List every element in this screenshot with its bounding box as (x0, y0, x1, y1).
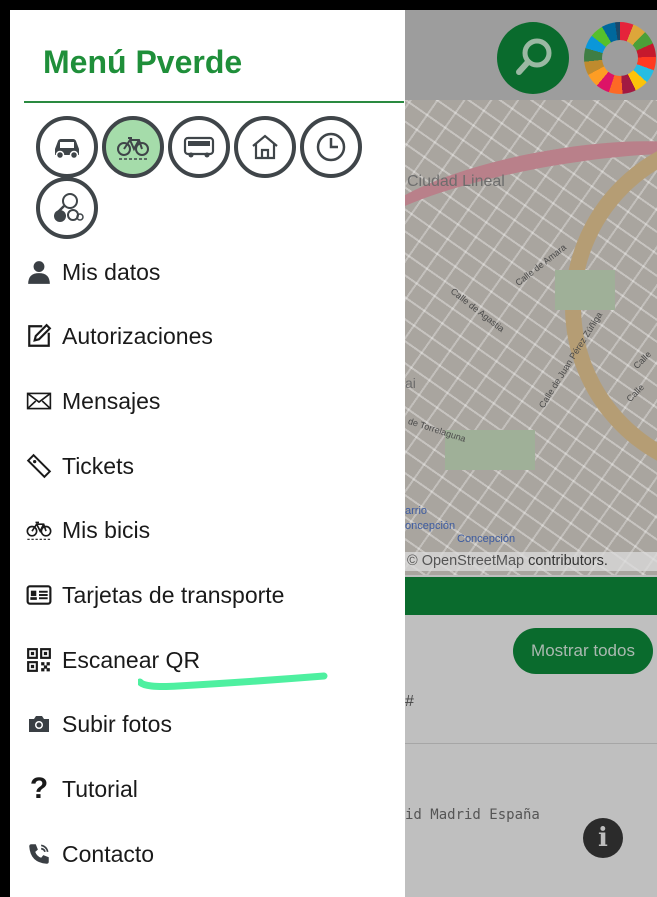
map[interactable]: Ciudad Lineal Calle de Amara Calle de Ag… (405, 100, 657, 575)
menu-item-tickets[interactable]: Tickets (24, 446, 404, 486)
menu-item-autorizaciones[interactable]: Autorizaciones (24, 316, 404, 356)
highlight-underline (138, 672, 328, 690)
hash-label: # (405, 693, 414, 710)
address-text: id Madrid España (405, 807, 540, 823)
screen-edge-top (0, 0, 657, 10)
menu-item-tutorial[interactable]: ? Tutorial (24, 769, 404, 809)
question-icon: ? (29, 772, 49, 805)
menu-item-label: Autorizaciones (62, 322, 213, 349)
search-icon (516, 38, 552, 75)
car-filter-icon[interactable] (36, 116, 98, 178)
menu-item-mis-bicis[interactable]: Mis bicis (24, 510, 404, 550)
attribution-contributors: contributors. (528, 553, 608, 569)
title-divider (24, 101, 404, 103)
info-icon[interactable]: i (583, 818, 623, 858)
phone-icon (24, 839, 54, 869)
camera-icon (24, 709, 54, 739)
bicycle-icon (24, 515, 54, 545)
map-label-district: Ciudad Lineal (407, 173, 505, 190)
section-header-bar (405, 577, 657, 615)
menu-item-label: Mis bicis (62, 516, 151, 543)
sports-filter-icon[interactable] (36, 177, 98, 239)
menu-item-mensajes[interactable]: Mensajes (24, 381, 404, 421)
drawer-title: Menú Pverde (43, 44, 243, 80)
menu-item-contacto[interactable]: Contacto (24, 834, 404, 874)
menu-item-label: Mis datos (62, 258, 161, 285)
qr-code-icon (24, 645, 54, 675)
user-icon (24, 257, 54, 287)
map-label-barrio: oncepción (405, 520, 456, 532)
navigation-drawer: Menú Pverde Mis datos Autorizaciones Men… (10, 10, 405, 897)
search-button[interactable] (497, 22, 569, 94)
menu-item-subir-fotos[interactable]: Subir fotos (24, 704, 404, 744)
menu-item-label: Subir fotos (62, 710, 172, 737)
id-card-icon (24, 580, 54, 610)
home-filter-icon[interactable] (234, 116, 296, 178)
bus-filter-icon[interactable] (168, 116, 230, 178)
menu-item-label: Tutorial (62, 775, 138, 802)
map-label-fragment: ai (405, 375, 416, 391)
menu-item-label: Contacto (62, 840, 155, 867)
clock-filter-icon[interactable] (300, 116, 362, 178)
map-attribution[interactable]: © OpenStreetMap contributors. (405, 552, 657, 571)
envelope-icon (24, 386, 54, 416)
divider (405, 743, 657, 744)
menu-item-label: Tarjetas de transporte (62, 581, 285, 608)
map-label-area: Concepción (457, 533, 516, 545)
edit-icon (24, 321, 54, 351)
menu-item-label: Tickets (62, 452, 134, 479)
menu-item-tarjetas-de-transporte[interactable]: Tarjetas de transporte (24, 575, 404, 615)
show-all-button[interactable]: Mostrar todos (513, 628, 653, 674)
attribution-osm-link[interactable]: © OpenStreetMap (407, 553, 524, 569)
menu-item-label: Mensajes (62, 387, 161, 414)
sdg-wheel-icon[interactable] (584, 22, 656, 94)
menu-item-mis-datos[interactable]: Mis datos (24, 252, 404, 292)
bicycle-filter-icon[interactable] (102, 116, 164, 178)
map-label-barrio: arrio (405, 505, 428, 517)
ticket-icon (24, 451, 54, 481)
